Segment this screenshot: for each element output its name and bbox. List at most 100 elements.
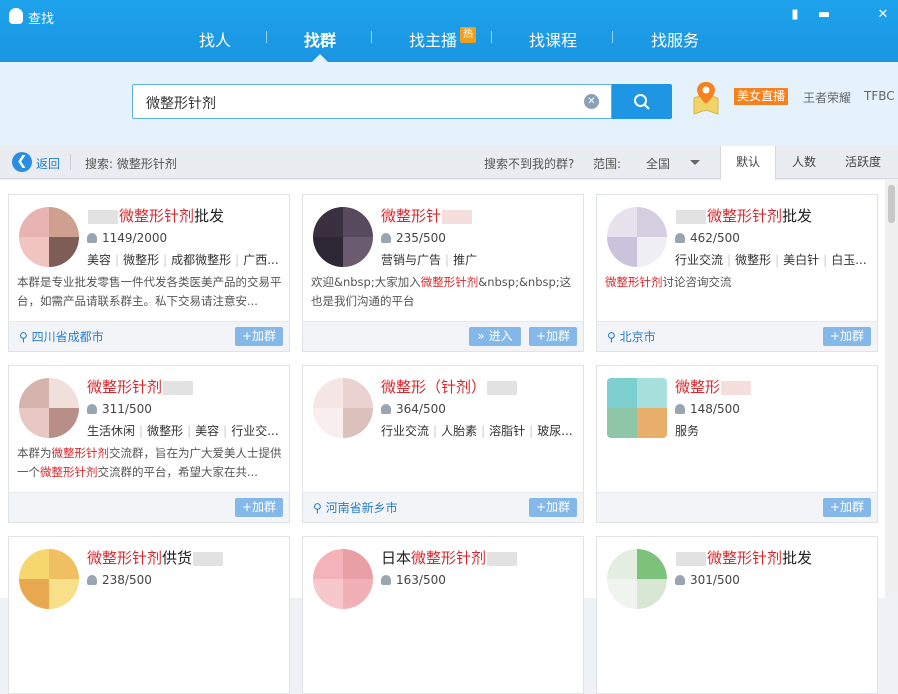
join-group-button[interactable]: +加群 bbox=[823, 327, 871, 346]
hot-live-tag[interactable]: 美女直播 bbox=[734, 88, 789, 105]
member-count: 1149/2000 bbox=[87, 231, 167, 245]
back-link[interactable]: 返回 bbox=[36, 155, 60, 172]
group-tags: 行业交流 | 微整形 | 美白针 | 白玉... bbox=[675, 253, 867, 267]
members-icon bbox=[87, 233, 97, 243]
join-group-button[interactable]: +加群 bbox=[235, 498, 283, 517]
group-name: 微整形针剂 bbox=[87, 376, 194, 397]
sort-tab-activity[interactable]: 活跃度 bbox=[832, 146, 894, 179]
join-group-button[interactable]: +加群 bbox=[529, 327, 577, 346]
avatar bbox=[313, 207, 373, 267]
tab-find-courses[interactable]: 找课程 bbox=[529, 27, 577, 50]
join-group-button[interactable]: +加群 bbox=[823, 498, 871, 517]
group-description: 本群为微整形针剂交流群，旨在为广大爱美人士提供一个微整形针剂交流群的平台，希望大… bbox=[17, 446, 282, 479]
members-icon bbox=[87, 404, 97, 414]
group-card[interactable]: 微整形针剂供货 238/500 bbox=[8, 536, 290, 694]
card-footer: » 进入 +加群 bbox=[303, 321, 583, 351]
card-footer: ⚲ 河南省新乡市 +加群 bbox=[303, 492, 583, 522]
enter-group-button[interactable]: » 进入 bbox=[469, 327, 521, 346]
window-title: 查找 bbox=[28, 12, 55, 27]
card-footer: ⚲ 北京市 +加群 bbox=[597, 321, 877, 351]
members-icon bbox=[87, 575, 97, 585]
join-group-button[interactable]: +加群 bbox=[529, 498, 577, 517]
map-location-icon[interactable] bbox=[690, 80, 722, 116]
group-description: 欢迎&nbsp;大家加入微整形针剂&nbsp;&nbsp;这也是我们沟通的平台 bbox=[311, 275, 572, 308]
member-count: 364/500 bbox=[381, 402, 446, 416]
group-name: 微整形针 bbox=[381, 205, 473, 226]
avatar bbox=[313, 549, 373, 609]
hot-badge: 热 bbox=[460, 27, 476, 43]
group-card[interactable]: 微整形针剂批发 1149/2000 美容 | 微整形 | 成都微整形 | 广西... 本群是… bbox=[8, 194, 290, 352]
tab-find-services[interactable]: 找服务 bbox=[651, 27, 699, 50]
group-name: 微整形（针剂） bbox=[381, 376, 518, 397]
tab-find-people[interactable]: 找人 bbox=[199, 27, 231, 50]
members-icon bbox=[675, 233, 685, 243]
close-icon[interactable]: ✕ bbox=[874, 7, 892, 22]
members-icon bbox=[381, 575, 391, 585]
active-tab-pointer bbox=[312, 54, 328, 62]
search-button[interactable] bbox=[612, 84, 672, 119]
nav-divider bbox=[266, 31, 267, 43]
back-arrow-icon[interactable]: ❮ bbox=[12, 152, 32, 172]
scrollbar-thumb[interactable] bbox=[888, 185, 895, 223]
group-card[interactable]: 微整形 148/500 服务 +加群 bbox=[596, 365, 878, 523]
not-found-link[interactable]: 搜索不到我的群? bbox=[484, 155, 574, 172]
group-card[interactable]: 微整形针剂批发 301/500 bbox=[596, 536, 878, 694]
group-description: 本群是专业批发零售一件代发各类医美产品的交易平台，如需产品请联系群主。私下交易请… bbox=[17, 275, 282, 308]
group-card[interactable]: 日本微整形针剂 163/500 bbox=[302, 536, 584, 694]
member-count: 235/500 bbox=[381, 231, 446, 245]
member-count: 163/500 bbox=[381, 573, 446, 587]
search-input-value: 微整形针剂 bbox=[146, 96, 216, 112]
card-footer: ⚲ 四川省成都市 +加群 bbox=[9, 321, 289, 351]
sort-tab-default[interactable]: 默认 bbox=[720, 146, 776, 180]
feedback-icon[interactable]: ▮ bbox=[786, 7, 804, 22]
avatar bbox=[607, 207, 667, 267]
nav-divider bbox=[612, 31, 613, 43]
search-icon bbox=[634, 94, 650, 110]
clear-icon[interactable]: ✕ bbox=[584, 94, 599, 109]
group-card[interactable]: 微整形针剂 311/500 生活休闲 | 微整形 | 美容 | 行业交... 本群为微整形针… bbox=[8, 365, 290, 523]
group-name: 微整形针剂批发 bbox=[675, 547, 812, 568]
avatar bbox=[19, 207, 79, 267]
members-icon bbox=[381, 404, 391, 414]
avatar bbox=[607, 549, 667, 609]
group-name: 微整形针剂批发 bbox=[675, 205, 812, 226]
group-tags: 服务 bbox=[675, 424, 700, 438]
card-footer: +加群 bbox=[9, 492, 289, 522]
range-select[interactable]: 全国 bbox=[646, 155, 670, 172]
hot-word-link[interactable]: TFBC bbox=[864, 89, 895, 103]
group-tags: 营销与广告 | 推广 bbox=[381, 253, 478, 267]
location-label: ⚲ 北京市 bbox=[607, 330, 656, 344]
group-description: 微整形针剂讨论咨询交流 bbox=[605, 275, 732, 289]
group-name: 微整形针剂供货 bbox=[87, 547, 224, 568]
group-card[interactable]: 微整形针 235/500 营销与广告 | 推广 欢迎&nbsp;大家加入微整形针剂&… bbox=[302, 194, 584, 352]
chevron-down-icon[interactable] bbox=[690, 160, 700, 165]
tab-find-anchors[interactable]: 找主播 bbox=[409, 27, 457, 50]
group-tags: 美容 | 微整形 | 成都微整形 | 广西... bbox=[87, 253, 279, 267]
tab-find-groups[interactable]: 找群 bbox=[304, 27, 336, 50]
nav-divider bbox=[371, 31, 372, 43]
members-icon bbox=[381, 233, 391, 243]
avatar bbox=[313, 378, 373, 438]
app-logo-icon bbox=[9, 8, 23, 24]
location-label: ⚲ 四川省成都市 bbox=[19, 330, 104, 344]
members-icon bbox=[675, 404, 685, 414]
range-label: 范围: bbox=[593, 157, 622, 171]
group-card[interactable]: 微整形（针剂） 364/500 行业交流 | 人胎素 | 溶脂针 | 玻尿... ⚲ 河南省… bbox=[302, 365, 584, 523]
minimize-icon[interactable]: ▬ bbox=[815, 7, 833, 22]
results-scrollbar[interactable] bbox=[885, 180, 898, 598]
nav-divider bbox=[491, 31, 492, 43]
group-name: 微整形 bbox=[675, 376, 752, 397]
group-name: 日本微整形针剂 bbox=[381, 547, 518, 568]
avatar bbox=[19, 378, 79, 438]
member-count: 238/500 bbox=[87, 573, 152, 587]
member-count: 311/500 bbox=[87, 402, 152, 416]
search-keyword-label: 搜索: 微整形针剂 bbox=[85, 157, 177, 171]
card-footer: +加群 bbox=[597, 492, 877, 522]
join-group-button[interactable]: +加群 bbox=[235, 327, 283, 346]
group-card[interactable]: 微整形针剂批发 462/500 行业交流 | 微整形 | 美白针 | 白玉... 微整形针剂… bbox=[596, 194, 878, 352]
hot-word-link[interactable]: 王者荣耀 bbox=[803, 89, 851, 106]
member-count: 148/500 bbox=[675, 402, 740, 416]
avatar bbox=[19, 549, 79, 609]
sort-tab-members[interactable]: 人数 bbox=[777, 146, 831, 179]
group-name: 微整形针剂批发 bbox=[87, 205, 224, 226]
